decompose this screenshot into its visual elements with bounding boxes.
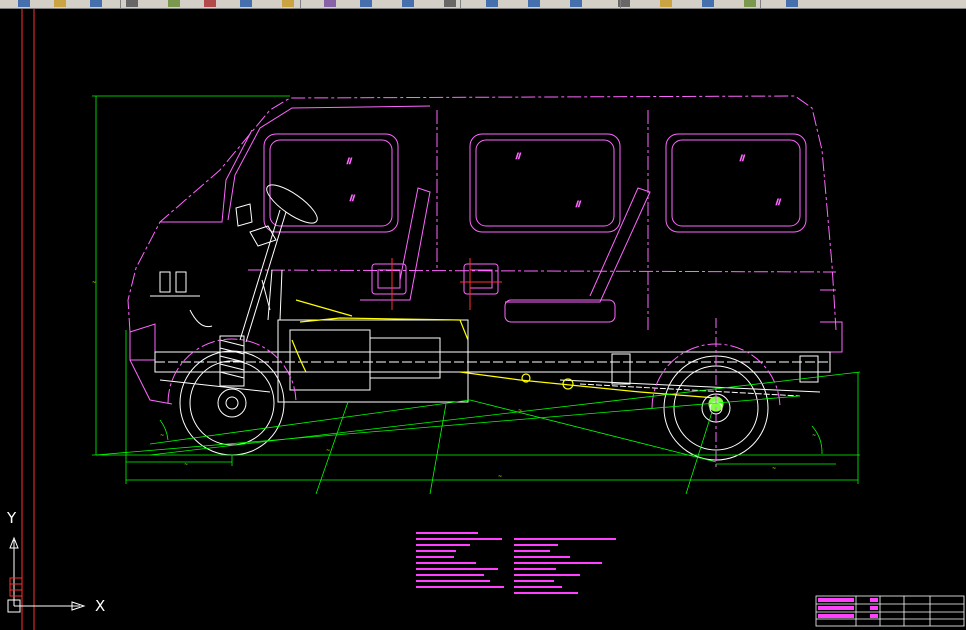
front-wheel	[167, 338, 297, 456]
layer-icon[interactable]	[744, 0, 756, 7]
drawing-canvas[interactable]: // // // // // // ~ ~ ~ ~ ~ ~ ~ ~ Y X	[0, 9, 966, 630]
ucs-icon	[7, 536, 86, 613]
zoom-icon[interactable]	[486, 0, 498, 7]
open-icon[interactable]	[54, 0, 66, 7]
save-icon[interactable]	[90, 0, 102, 7]
pan-icon[interactable]	[444, 0, 456, 7]
svg-text:~: ~	[772, 466, 776, 472]
title-block	[815, 595, 965, 627]
zoom-window-icon[interactable]	[528, 0, 540, 7]
svg-text://: //	[347, 157, 352, 165]
toolbar-separator	[460, 0, 461, 8]
toolbar-separator	[620, 0, 621, 8]
preview-icon[interactable]	[168, 0, 180, 7]
toolbar	[0, 0, 966, 9]
zoom-prev-icon[interactable]	[570, 0, 582, 7]
print-icon[interactable]	[126, 0, 138, 7]
help-icon[interactable]	[786, 0, 798, 7]
svg-text:~: ~	[184, 462, 188, 468]
svg-text:~: ~	[518, 408, 522, 414]
ucs-y-label: Y	[7, 509, 17, 527]
svg-text://: //	[350, 194, 355, 202]
svg-text:~: ~	[326, 448, 330, 454]
design-center-icon[interactable]	[660, 0, 672, 7]
undo-icon[interactable]	[360, 0, 372, 7]
vehicle-body: // // // // // //	[127, 95, 843, 405]
svg-text:~: ~	[812, 433, 816, 439]
chassis-frame	[154, 319, 831, 403]
technical-notes	[416, 532, 616, 594]
svg-text://: //	[740, 154, 745, 162]
svg-text://: //	[576, 200, 581, 208]
svg-text:~: ~	[498, 474, 502, 480]
rear-wheel	[391, 258, 781, 470]
svg-text://: //	[776, 198, 781, 206]
toolbar-separator	[300, 0, 301, 8]
paste-icon[interactable]	[282, 0, 294, 7]
match-icon[interactable]	[324, 0, 336, 7]
drivetrain-highlight	[291, 299, 724, 412]
steering-assembly	[150, 184, 318, 343]
svg-text:~: ~	[160, 433, 164, 439]
copy-icon[interactable]	[240, 0, 252, 7]
dimension-values: ~ ~ ~ ~ ~ ~ ~ ~	[92, 280, 816, 480]
redo-icon[interactable]	[402, 0, 414, 7]
new-file-icon[interactable]	[18, 0, 30, 7]
toolbar-separator	[120, 0, 121, 8]
cad-drawing: // // // // // // ~ ~ ~ ~ ~ ~ ~ ~	[7, 9, 965, 630]
svg-text:~: ~	[92, 280, 96, 286]
tool-palette-icon[interactable]	[702, 0, 714, 7]
ucs-x-label: X	[95, 597, 106, 615]
toolbar-separator	[760, 0, 761, 8]
svg-text://: //	[516, 152, 521, 160]
cut-icon[interactable]	[204, 0, 216, 7]
